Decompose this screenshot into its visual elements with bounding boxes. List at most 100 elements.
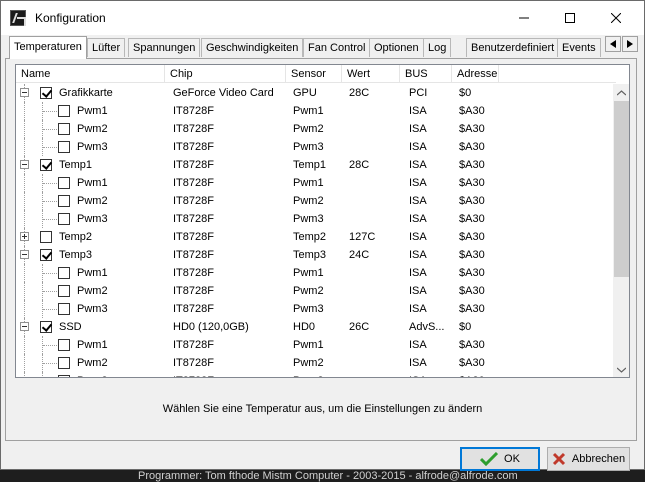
cell-bus: ISA xyxy=(409,231,427,243)
table-row[interactable]: Pwm2 IT8728F Pwm2 ISA $A30 xyxy=(16,120,613,138)
column-header-chip[interactable]: Chip xyxy=(165,65,286,83)
tab-scroll-right-button[interactable] xyxy=(622,36,638,52)
table-row[interactable]: Temp3 IT8728F Temp3 24C ISA $A30 xyxy=(16,246,613,264)
tab-geschwindigkeiten[interactable]: Geschwindigkeiten xyxy=(201,38,304,57)
tree-line xyxy=(24,372,25,377)
vertical-scrollbar[interactable] xyxy=(613,84,629,377)
cell-adresse: $A30 xyxy=(459,123,485,135)
row-checkbox[interactable] xyxy=(58,177,70,189)
row-checkbox[interactable] xyxy=(58,375,70,377)
cell-bus: ISA xyxy=(409,285,427,297)
table-row[interactable]: Pwm2 IT8728F Pwm2 ISA $A30 xyxy=(16,354,613,372)
row-checkbox[interactable] xyxy=(40,87,52,99)
table-row[interactable]: Pwm1 IT8728F Pwm1 ISA $A30 xyxy=(16,264,613,282)
title-bar[interactable]: Konfiguration xyxy=(1,1,644,35)
table-row[interactable]: Pwm1 IT8728F Pwm1 ISA $A30 xyxy=(16,174,613,192)
row-checkbox[interactable] xyxy=(40,321,52,333)
table-row[interactable]: Pwm1 IT8728F Pwm1 ISA $A30 xyxy=(16,336,613,354)
tree-line xyxy=(43,201,57,202)
cell-name: Pwm1 xyxy=(77,339,108,351)
cell-name: Pwm1 xyxy=(77,267,108,279)
row-checkbox[interactable] xyxy=(58,141,70,153)
table-row[interactable]: Pwm2 IT8728F Pwm2 ISA $A30 xyxy=(16,192,613,210)
close-icon xyxy=(611,13,621,23)
tab-benutzerdefiniert[interactable]: Benutzerdefiniert xyxy=(466,38,560,57)
row-checkbox[interactable] xyxy=(58,105,70,117)
collapse-icon[interactable] xyxy=(20,160,29,169)
scroll-up-icon[interactable] xyxy=(613,84,629,101)
collapse-icon[interactable] xyxy=(20,322,29,331)
column-header-wert[interactable]: Wert xyxy=(342,65,400,83)
cell-bus: ISA xyxy=(409,339,427,351)
column-header-adresse[interactable]: Adresse xyxy=(452,65,499,83)
table-row[interactable]: SSD HD0 (120,0GB) HD0 26C AdvS... $0 xyxy=(16,318,613,336)
cell-adresse: $A30 xyxy=(459,249,485,261)
column-header-name[interactable]: Name xyxy=(16,65,165,83)
cell-bus: ISA xyxy=(409,177,427,189)
cancel-button-label: Abbrechen xyxy=(571,453,626,465)
tab-optionen[interactable]: Optionen xyxy=(369,38,424,57)
cell-name: Pwm2 xyxy=(77,357,108,369)
scroll-down-icon[interactable] xyxy=(613,361,629,377)
cell-adresse: $A30 xyxy=(459,159,485,171)
cell-adresse: $A30 xyxy=(459,303,485,315)
cell-bus: ISA xyxy=(409,159,427,171)
row-checkbox[interactable] xyxy=(40,231,52,243)
tree-line xyxy=(24,138,25,156)
column-header-bus[interactable]: BUS xyxy=(400,65,452,83)
expand-icon[interactable] xyxy=(20,232,29,241)
cell-chip: IT8728F xyxy=(173,231,214,243)
row-checkbox[interactable] xyxy=(58,303,70,315)
row-checkbox[interactable] xyxy=(40,249,52,261)
close-button[interactable] xyxy=(593,1,639,35)
row-checkbox[interactable] xyxy=(58,339,70,351)
cell-chip: IT8728F xyxy=(173,105,214,117)
maximize-button[interactable] xyxy=(547,1,593,35)
table-row[interactable]: Pwm2 IT8728F Pwm2 ISA $A30 xyxy=(16,282,613,300)
table-row[interactable]: Temp1 IT8728F Temp1 28C ISA $A30 xyxy=(16,156,613,174)
cell-bus: ISA xyxy=(409,303,427,315)
row-checkbox[interactable] xyxy=(58,213,70,225)
cell-chip: IT8728F xyxy=(173,285,214,297)
tab-spannungen[interactable]: Spannungen xyxy=(128,38,201,57)
table-row[interactable]: Pwm3 IT8728F Pwm3 ISA $A30 xyxy=(16,300,613,318)
tree-line xyxy=(24,174,25,192)
cell-sensor: Pwm2 xyxy=(293,285,324,297)
tab-fan-control[interactable]: Fan Control xyxy=(303,38,371,57)
cell-name: Temp1 xyxy=(59,159,93,171)
row-checkbox[interactable] xyxy=(58,123,70,135)
tab-temperaturen[interactable]: Temperaturen xyxy=(9,36,87,59)
ok-button[interactable]: OK xyxy=(460,447,540,471)
row-checkbox[interactable] xyxy=(58,267,70,279)
cell-chip: IT8728F xyxy=(173,375,214,377)
cell-wert: 127C xyxy=(349,231,376,243)
cell-sensor: Pwm1 xyxy=(293,177,324,189)
cancel-button[interactable]: Abbrechen xyxy=(547,447,630,471)
collapse-icon[interactable] xyxy=(20,88,29,97)
collapse-icon[interactable] xyxy=(20,250,29,259)
sensor-tree-list[interactable]: Name Chip Sensor Wert BUS Adresse Grafik… xyxy=(15,64,630,378)
row-checkbox[interactable] xyxy=(58,195,70,207)
table-row[interactable]: Pwm3 IT8728F Pwm3 ISA $A30 xyxy=(16,210,613,228)
cell-bus: ISA xyxy=(409,123,427,135)
cell-adresse: $A30 xyxy=(459,177,485,189)
cell-adresse: $A30 xyxy=(459,213,485,225)
column-header-sensor[interactable]: Sensor xyxy=(286,65,342,83)
table-row[interactable]: Grafikkarte GeForce Video Card GPU 28C PCI $0 xyxy=(16,84,613,102)
row-checkbox[interactable] xyxy=(58,285,70,297)
tab-events[interactable]: Events xyxy=(557,38,601,57)
scrollbar-thumb[interactable] xyxy=(614,101,629,277)
cell-sensor: Temp2 xyxy=(293,231,327,243)
cell-name: Pwm3 xyxy=(77,213,108,225)
row-checkbox[interactable] xyxy=(58,357,70,369)
table-row[interactable]: Pwm3 IT8728F Pwm3 ISA $A30 xyxy=(16,138,613,156)
tab-scroll-left-button[interactable] xyxy=(605,36,621,52)
tab-luefter[interactable]: Lüfter xyxy=(87,38,126,57)
cell-chip: IT8728F xyxy=(173,213,214,225)
table-row[interactable]: Pwm1 IT8728F Pwm1 ISA $A30 xyxy=(16,102,613,120)
row-checkbox[interactable] xyxy=(40,159,52,171)
table-row[interactable]: Pwm3 IT8728F Pwm3 ISA $A30 xyxy=(16,372,613,377)
table-row[interactable]: Temp2 IT8728F Temp2 127C ISA $A30 xyxy=(16,228,613,246)
tab-log[interactable]: Log xyxy=(423,38,452,57)
minimize-button[interactable] xyxy=(501,1,547,35)
